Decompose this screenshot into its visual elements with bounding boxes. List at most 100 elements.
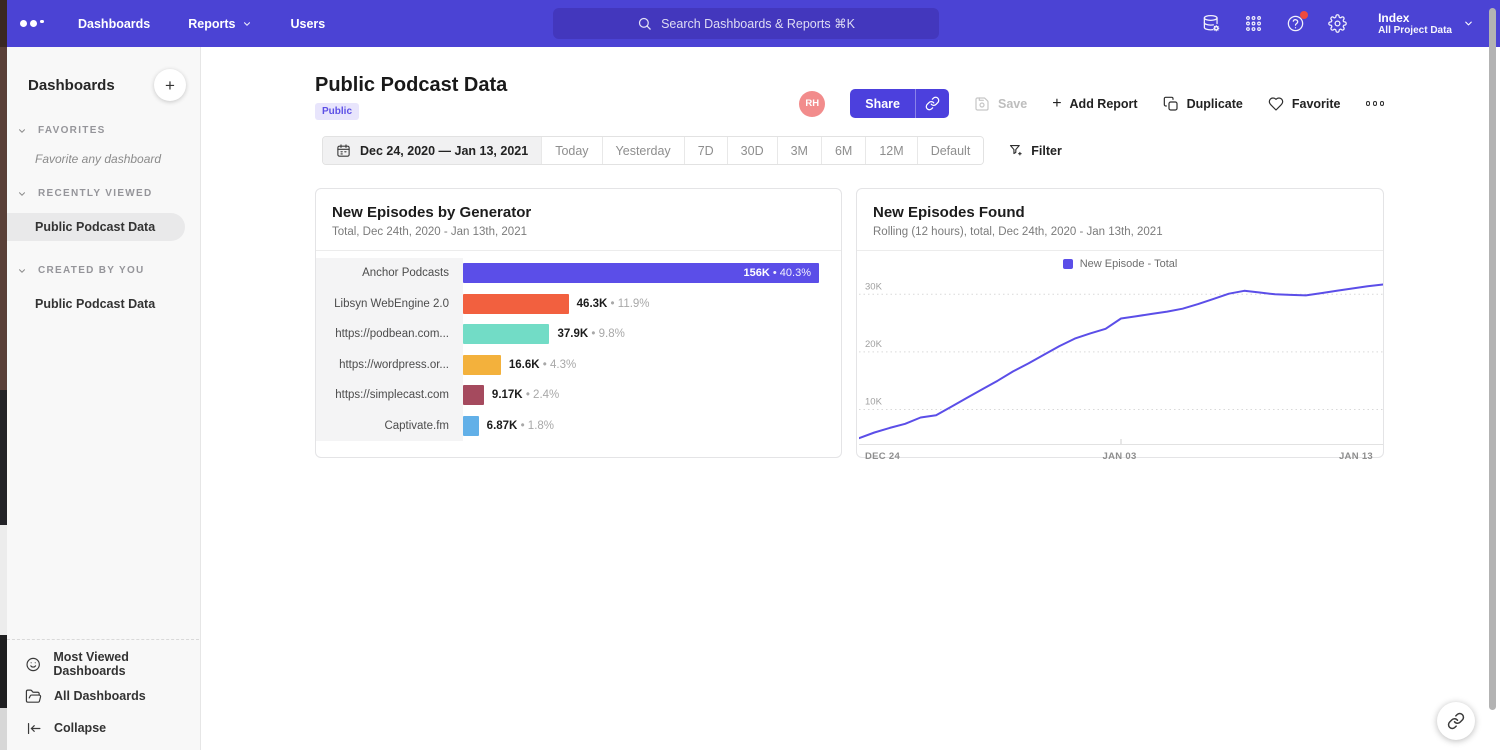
- dot-icon: [1380, 101, 1385, 106]
- card-title: New Episodes by Generator: [332, 204, 825, 221]
- search-icon: [637, 16, 652, 31]
- chart-legend[interactable]: New Episode - Total: [857, 251, 1383, 277]
- date-range-picker[interactable]: Dec 24, 2020 — Jan 13, 2021: [323, 137, 541, 164]
- svg-text:20K: 20K: [865, 339, 883, 350]
- share-button[interactable]: Share: [850, 89, 915, 118]
- new-dashboard-button[interactable]: +: [154, 69, 186, 101]
- project-scope: All Project Data: [1378, 25, 1452, 37]
- bar[interactable]: [463, 416, 479, 436]
- filter-label: Filter: [1031, 144, 1062, 158]
- bar[interactable]: [463, 294, 569, 314]
- section-header-created-by-you[interactable]: CREATED BY YOU: [7, 255, 200, 282]
- bar-value: 16.6K • 4.3%: [509, 359, 576, 371]
- global-search[interactable]: Search Dashboards & Reports ⌘K: [553, 8, 939, 39]
- save-button[interactable]: Save: [974, 96, 1027, 112]
- collapse-left-icon: [25, 720, 42, 737]
- date-range-label: Dec 24, 2020 — Jan 13, 2021: [360, 144, 528, 158]
- footer-item-label: Most Viewed Dashboards: [53, 650, 199, 678]
- bar-category-label: Captivate.fm: [316, 411, 463, 442]
- notification-dot: [1300, 11, 1308, 19]
- svg-text:10K: 10K: [865, 396, 883, 407]
- top-nav: Dashboards Reports Users Search Dashboar…: [7, 0, 1500, 47]
- section-header-favorites[interactable]: FAVORITES: [7, 115, 200, 142]
- bar[interactable]: [463, 324, 549, 344]
- preset-30d[interactable]: 30D: [727, 137, 777, 164]
- line-chart[interactable]: 10K 20K 30K: [859, 277, 1383, 447]
- help-icon[interactable]: [1284, 13, 1306, 35]
- preset-today[interactable]: Today: [541, 137, 601, 164]
- filter-button[interactable]: Filter: [1008, 143, 1062, 158]
- calendar-icon: [336, 143, 351, 158]
- bar-category-label: Anchor Podcasts: [316, 258, 463, 289]
- date-range-control: Dec 24, 2020 — Jan 13, 2021 Today Yester…: [322, 136, 984, 165]
- primary-nav: Dashboards Reports Users: [78, 17, 325, 31]
- bar[interactable]: [463, 355, 501, 375]
- preset-6m[interactable]: 6M: [821, 137, 865, 164]
- sidebar-footer: Most Viewed Dashboards All Dashboards Co…: [7, 639, 199, 744]
- most-viewed-dashboards-button[interactable]: Most Viewed Dashboards: [7, 648, 199, 680]
- x-tick-label: DEC 24: [865, 451, 900, 462]
- bar-row: Anchor Podcasts 156K • 40.3%: [316, 258, 841, 289]
- copy-link-button[interactable]: [915, 89, 949, 118]
- section-header-recently-viewed[interactable]: RECENTLY VIEWED: [7, 178, 200, 205]
- svg-text:30K: 30K: [865, 281, 883, 292]
- section-label: FAVORITES: [38, 125, 106, 136]
- smiley-icon: [25, 656, 41, 673]
- card-subtitle: Rolling (12 hours), total, Dec 24th, 202…: [873, 226, 1367, 238]
- bar-value: 46.3K • 11.9%: [577, 298, 650, 310]
- preset-3m[interactable]: 3M: [777, 137, 821, 164]
- all-dashboards-button[interactable]: All Dashboards: [7, 680, 199, 712]
- sidebar-item-public-podcast-data[interactable]: Public Podcast Data: [7, 213, 185, 241]
- link-icon: [925, 96, 940, 111]
- collapse-sidebar-button[interactable]: Collapse: [7, 712, 199, 744]
- scrollbar-thumb[interactable]: [1489, 8, 1496, 710]
- preset-7d[interactable]: 7D: [684, 137, 727, 164]
- legend-swatch: [1063, 259, 1073, 269]
- save-icon: [974, 96, 990, 112]
- favorite-button[interactable]: Favorite: [1268, 96, 1341, 112]
- bar-row: https://podbean.com... 37.9K • 9.8%: [316, 319, 841, 350]
- bar[interactable]: 156K • 40.3%: [463, 263, 819, 283]
- nav-item-reports[interactable]: Reports: [188, 17, 252, 31]
- chevron-down-icon: [242, 19, 252, 29]
- sidebar-item-label: Public Podcast Data: [35, 220, 155, 234]
- project-selector[interactable]: Index All Project Data: [1378, 11, 1474, 37]
- bar[interactable]: [463, 385, 484, 405]
- bar-row: Captivate.fm 6.87K • 1.8%: [316, 411, 841, 442]
- share-link-fab[interactable]: [1437, 702, 1475, 740]
- preset-default[interactable]: Default: [917, 137, 984, 164]
- favorite-label: Favorite: [1292, 97, 1341, 111]
- nav-item-label: Reports: [188, 17, 235, 31]
- more-options-button[interactable]: [1366, 97, 1385, 110]
- preset-yesterday[interactable]: Yesterday: [602, 137, 684, 164]
- duplicate-button[interactable]: Duplicate: [1163, 96, 1243, 112]
- plus-icon: +: [1052, 96, 1061, 112]
- settings-gear-icon[interactable]: [1326, 13, 1348, 35]
- x-axis-labels: DEC 24 JAN 03 JAN 13: [857, 447, 1383, 462]
- sidebar-item-public-podcast-data-created[interactable]: Public Podcast Data: [7, 290, 200, 318]
- preset-12m[interactable]: 12M: [865, 137, 916, 164]
- bar-category-label: Libsyn WebEngine 2.0: [316, 289, 463, 320]
- nav-item-users[interactable]: Users: [290, 17, 325, 31]
- apps-grid-icon[interactable]: [1242, 13, 1264, 35]
- search-placeholder: Search Dashboards & Reports ⌘K: [661, 16, 855, 31]
- dot-icon: [1373, 101, 1378, 106]
- background-window-edge: [0, 0, 7, 750]
- nav-item-dashboards[interactable]: Dashboards: [78, 17, 150, 31]
- avatar[interactable]: RH: [799, 91, 825, 117]
- add-report-button[interactable]: + Add Report: [1052, 96, 1137, 112]
- header-actions: RH Share Save + Add Report Duplicate Fav…: [799, 89, 1384, 118]
- sidebar: Dashboards + FAVORITES Favorite any dash…: [7, 47, 201, 750]
- share-label: Share: [865, 97, 900, 111]
- bar-category-label: https://podbean.com...: [316, 319, 463, 350]
- app-logo-icon[interactable]: [20, 20, 54, 28]
- public-badge: Public: [315, 103, 359, 120]
- share-split-button: Share: [850, 89, 949, 118]
- data-sources-icon[interactable]: [1200, 13, 1222, 35]
- nav-item-label: Dashboards: [78, 17, 150, 31]
- heart-icon: [1268, 96, 1284, 112]
- add-report-label: Add Report: [1070, 97, 1138, 111]
- chevron-down-icon: [17, 189, 27, 199]
- sidebar-item-label: Public Podcast Data: [35, 297, 155, 311]
- dot-icon: [1366, 101, 1371, 106]
